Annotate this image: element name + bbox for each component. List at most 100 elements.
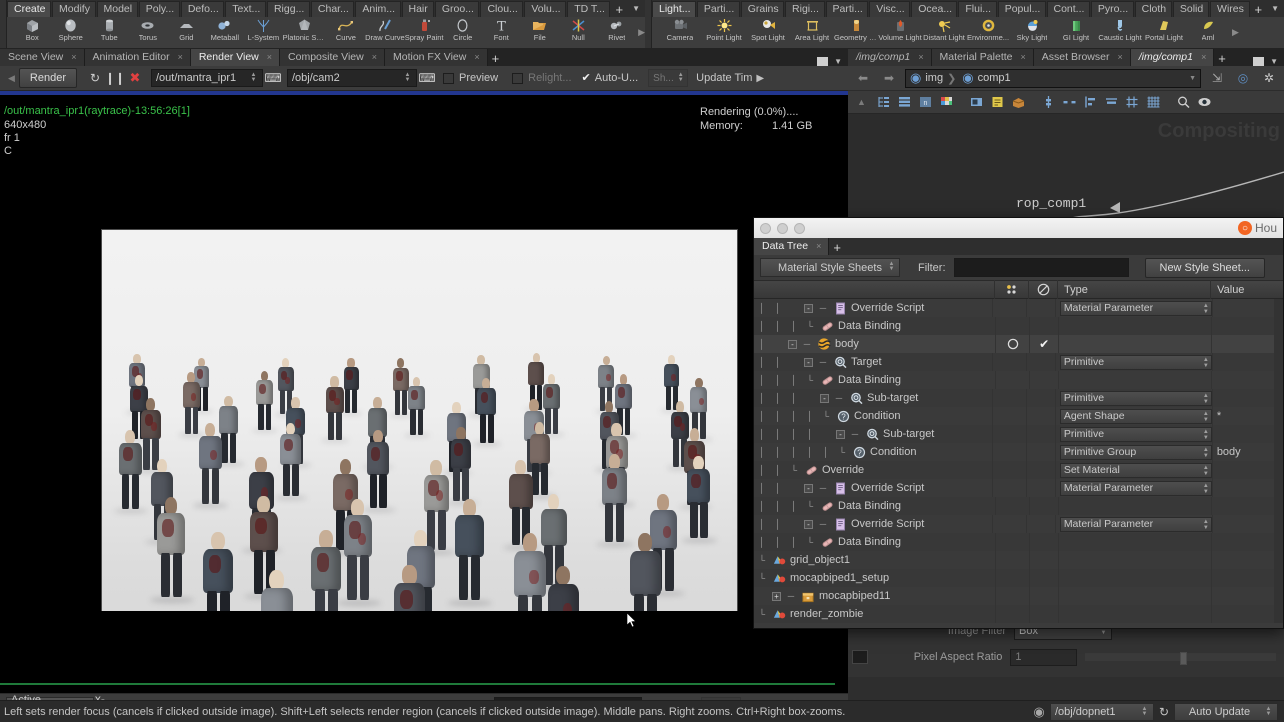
align-spread-icon[interactable] (1062, 95, 1077, 109)
shelf-tab-pyro[interactable]: Pyro... (1091, 1, 1134, 17)
tree-check-toggle[interactable] (1026, 443, 1054, 461)
pixel-aspect-slider[interactable] (1085, 653, 1276, 661)
table-row[interactable]: ││││└?ConditionAgent Shape▲▼* (754, 407, 1283, 425)
shelf-item-distantlight[interactable]: Distant Light (922, 17, 966, 48)
shelf-tab-model[interactable]: Model (97, 1, 138, 17)
arrow-forward-icon[interactable]: ➡ (879, 69, 899, 87)
rop-comp1-node[interactable]: rop_comp1 (1016, 196, 1086, 211)
arrow-back-icon[interactable]: ⬅ (853, 69, 873, 87)
update-mode-selector[interactable]: Auto Update ▲▼ (1174, 703, 1278, 721)
shelf-item-drawcurve[interactable]: Draw Curve (365, 17, 405, 48)
tree-enable-toggle[interactable] (995, 497, 1029, 515)
tree-node-name-cell[interactable]: ││-─Override Script (754, 479, 992, 497)
shelf-tab-parti[interactable]: Parti... (697, 1, 740, 17)
table-row[interactable]: └render_zombie (754, 605, 1283, 623)
tab-sceneview[interactable]: Scene View× (0, 49, 85, 66)
shelf-item-portallight[interactable]: Portal Light (1142, 17, 1186, 48)
tree-check-toggle[interactable] (1026, 479, 1054, 497)
breadcrumb[interactable]: ◉ img ❯ ◉ comp1 ▼ (905, 69, 1201, 88)
shelf-item-file[interactable]: File (521, 17, 560, 48)
shading-field[interactable]: Sh... ▲▼ (648, 69, 688, 87)
tree-expander[interactable]: + (772, 592, 781, 601)
tree-enable-toggle[interactable] (995, 317, 1029, 335)
table-row[interactable]: ││││-─Sub-targetPrimitive▲▼ (754, 425, 1283, 443)
align-vertical-icon[interactable] (1041, 95, 1056, 109)
tree-expander[interactable]: - (820, 394, 829, 403)
tree-type-select[interactable]: Agent Shape▲▼ (1060, 409, 1212, 424)
table-row[interactable]: │││└Data Binding (754, 371, 1283, 389)
rop-node-pick-icon[interactable]: ⌨ (263, 69, 283, 87)
tab-close-icon[interactable]: × (1021, 49, 1026, 66)
tree-value-cell[interactable] (1212, 299, 1283, 317)
tree-node-name-cell[interactable]: ││-─Override Script (754, 299, 992, 317)
notes-icon[interactable] (990, 95, 1005, 109)
pixel-aspect-field[interactable]: 1 (1010, 649, 1077, 666)
chevron-down-icon[interactable]: ▼ (1189, 75, 1196, 82)
tree-type-spinner-icon[interactable]: ▲▼ (1203, 393, 1209, 405)
tree-enable-toggle[interactable] (995, 569, 1029, 587)
tree-enable-toggle[interactable] (992, 425, 1026, 443)
tree-type-spinner-icon[interactable]: ▲▼ (1203, 447, 1209, 459)
relight-checkbox[interactable] (512, 73, 523, 84)
tree-enable-toggle[interactable] (992, 515, 1026, 533)
tree-body[interactable]: ││-─Override ScriptMaterial Parameter▲▼│… (754, 299, 1283, 623)
shelf-item-metaball[interactable]: Metaball (206, 17, 245, 48)
tab-imgcomp1[interactable]: /img/comp1× (848, 49, 932, 66)
pane-maximize-icon[interactable] (817, 57, 828, 66)
shelf-item-spraypaint[interactable]: Spray Paint (405, 17, 444, 48)
tab-motionfxview[interactable]: Motion FX View× (385, 49, 488, 66)
tree-node-name-cell[interactable]: +─mocapbiped11 (754, 587, 995, 605)
tree-value-cell[interactable] (1211, 587, 1283, 605)
shelf-add-tab-button[interactable]: + (611, 2, 627, 17)
tree-enable-toggle[interactable] (995, 605, 1029, 623)
target-icon[interactable]: ◎ (1233, 69, 1253, 87)
tree-type-select[interactable]: Primitive Group▲▼ (1060, 445, 1212, 460)
palette-icon[interactable] (939, 95, 954, 109)
style-sheet-mode-spinner-icon[interactable]: ▲▼ (887, 262, 896, 272)
rendered-image[interactable] (101, 229, 738, 611)
table-row[interactable]: │││└Data Binding (754, 497, 1283, 515)
dialog-add-tab-button[interactable]: + (829, 240, 845, 255)
tree-enable-toggle[interactable] (992, 443, 1026, 461)
shelf-item-platonicsol[interactable]: Platonic Sol... (283, 17, 327, 48)
pane-menu-icon[interactable]: ▼ (834, 57, 842, 66)
tree-node-name-cell[interactable]: ││└Override (754, 461, 992, 479)
tree-type-spinner-icon[interactable]: ▲▼ (1203, 465, 1209, 477)
tree-check-toggle[interactable]: ✔ (1029, 335, 1058, 353)
tree-enable-toggle[interactable] (995, 371, 1029, 389)
tree-check-toggle[interactable] (1026, 299, 1054, 317)
shelf-item-sphere[interactable]: Sphere (52, 17, 91, 48)
shelf-item-skylight[interactable]: Sky Light (1010, 17, 1054, 48)
tree-expander[interactable]: - (804, 304, 813, 313)
window-maximize-dot[interactable] (794, 223, 805, 234)
gear-icon[interactable]: ✲ (1259, 69, 1279, 87)
tree-type-select[interactable]: Material Parameter▲▼ (1060, 301, 1212, 316)
rop-path-spinner-icon[interactable]: ▲▼ (249, 73, 258, 83)
pane-add-tab-button[interactable]: + (1214, 51, 1230, 66)
table-row[interactable]: ││└OverrideSet Material▲▼ (754, 461, 1283, 479)
shelf-item-null[interactable]: Null (559, 17, 598, 48)
table-row[interactable]: ││-─Override Script Material Parameter▲▼ (754, 299, 1283, 317)
tab-close-icon[interactable]: × (71, 49, 76, 66)
tree-expander[interactable]: - (836, 430, 845, 439)
table-row[interactable]: └mocapbiped1_setup (754, 569, 1283, 587)
tab-animationeditor[interactable]: Animation Editor× (85, 49, 191, 66)
tree-node-name-cell[interactable]: │││└Data Binding (754, 533, 995, 551)
tree-value-cell[interactable]: * (1212, 407, 1283, 425)
eye-icon[interactable] (1197, 95, 1212, 109)
new-style-sheet-button[interactable]: New Style Sheet... (1145, 258, 1266, 278)
shelf-tab-modify[interactable]: Modify (52, 1, 95, 17)
network-tools-grip[interactable]: ▲ (853, 97, 870, 107)
camera-path-spinner-icon[interactable]: ▲▼ (403, 73, 412, 83)
layers-icon[interactable] (897, 95, 912, 109)
tree-enable-toggle[interactable] (992, 299, 1026, 317)
snapshot-icon[interactable] (969, 95, 984, 109)
tree-type-spinner-icon[interactable]: ▲▼ (1203, 429, 1209, 441)
tree-node-name-cell[interactable]: └render_zombie (754, 605, 995, 623)
tree-type-spinner-icon[interactable]: ▲▼ (1203, 519, 1209, 531)
shelf-tab-text[interactable]: Text... (225, 1, 266, 17)
shelf-item-torus[interactable]: Torus (129, 17, 168, 48)
tab-renderview[interactable]: Render View× (191, 49, 280, 66)
pane-maximize-icon[interactable] (1253, 57, 1264, 66)
tree-node-name-cell[interactable]: │││││└?Condition (754, 443, 992, 461)
